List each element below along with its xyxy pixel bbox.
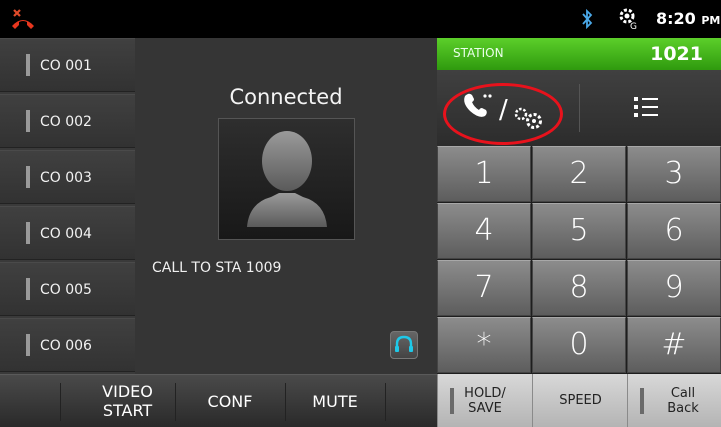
settings-network-icon: G [619, 8, 637, 31]
key-9[interactable]: 9 [627, 260, 721, 316]
divider [385, 383, 386, 421]
list-icon [634, 97, 658, 117]
hold-save-label-2: SAVE [468, 400, 502, 416]
key-0[interactable]: 0 [532, 317, 626, 373]
call-panel: Connected CALL TO STA 1009 [135, 38, 437, 374]
speed-button[interactable]: SPEED [532, 374, 627, 427]
call-back-label-1: Call [670, 385, 696, 401]
clock: 8:20 PM [656, 9, 721, 28]
button-indicator [450, 388, 454, 414]
key-1[interactable]: 1 [437, 146, 531, 202]
dial-keypad: 1 2 3 4 5 6 7 8 9 * 0 # [437, 146, 721, 374]
call-target-label: CALL TO STA 1009 [152, 260, 282, 276]
call-back-label: Call Back [652, 374, 714, 427]
hold-save-button[interactable]: HOLD/ SAVE [437, 374, 532, 427]
video-start-label-1: VIDEO [102, 382, 153, 401]
line-status-bar [26, 110, 30, 132]
feature-action-bar: HOLD/ SAVE SPEED Call Back [437, 374, 721, 427]
co-line-label: CO 004 [40, 226, 92, 242]
key-8[interactable]: 8 [532, 260, 626, 316]
call-back-label-2: Back [667, 400, 699, 416]
person-silhouette-icon [247, 131, 327, 227]
co-line-label: CO 002 [40, 114, 92, 130]
headset-button[interactable] [390, 331, 418, 359]
co-line-item[interactable]: CO 005 [0, 262, 135, 316]
missed-call-icon[interactable] [10, 6, 36, 32]
button-indicator [640, 388, 644, 414]
hold-save-label: HOLD/ SAVE [460, 374, 510, 427]
line-status-bar [26, 278, 30, 300]
svg-text:G: G [630, 22, 637, 31]
co-line-label: CO 001 [40, 58, 92, 74]
line-status-bar [26, 222, 30, 244]
headset-icon [395, 335, 413, 352]
mute-button[interactable]: MUTE [285, 375, 385, 427]
key-4[interactable]: 4 [437, 203, 531, 259]
mute-label: MUTE [312, 392, 358, 411]
co-line-label: CO 005 [40, 282, 92, 298]
key-2[interactable]: 2 [532, 146, 626, 202]
highlight-annotation [443, 83, 563, 145]
key-5[interactable]: 5 [532, 203, 626, 259]
co-line-item[interactable]: CO 001 [0, 38, 135, 92]
key-6[interactable]: 6 [627, 203, 721, 259]
co-line-label: CO 006 [40, 338, 92, 354]
speed-label: SPEED [559, 393, 602, 408]
co-line-item[interactable]: CO 006 [0, 318, 135, 372]
menu-list-button[interactable] [580, 70, 721, 146]
call-status: Connected [229, 85, 343, 109]
station-number: 1021 [650, 43, 703, 65]
co-line-item[interactable]: CO 004 [0, 206, 135, 260]
line-status-bar [26, 54, 30, 76]
status-bar: G 8:20 PM [0, 0, 721, 38]
station-label: STATION [453, 46, 504, 60]
station-header: STATION 1021 [437, 38, 721, 70]
call-action-bar: VIDEO START CONF MUTE [0, 374, 437, 427]
call-back-button[interactable]: Call Back [627, 374, 721, 427]
video-start-label-2: START [102, 401, 153, 420]
hold-save-label-1: HOLD/ [464, 385, 506, 401]
co-line-item[interactable]: CO 002 [0, 94, 135, 148]
key-7[interactable]: 7 [437, 260, 531, 316]
conf-label: CONF [207, 392, 253, 411]
co-line-item[interactable]: CO 003 [0, 150, 135, 204]
key-3[interactable]: 3 [627, 146, 721, 202]
line-status-bar [26, 334, 30, 356]
co-line-list: CO 001 CO 002 CO 003 CO 004 CO 005 CO 00… [0, 38, 135, 374]
key-star[interactable]: * [437, 317, 531, 373]
bluetooth-icon [582, 8, 593, 30]
key-hash[interactable]: # [627, 317, 721, 373]
line-status-bar [26, 166, 30, 188]
conf-button[interactable]: CONF [175, 375, 285, 427]
co-line-label: CO 003 [40, 170, 92, 186]
video-start-button[interactable]: VIDEO START [60, 375, 175, 427]
caller-avatar [218, 118, 355, 240]
